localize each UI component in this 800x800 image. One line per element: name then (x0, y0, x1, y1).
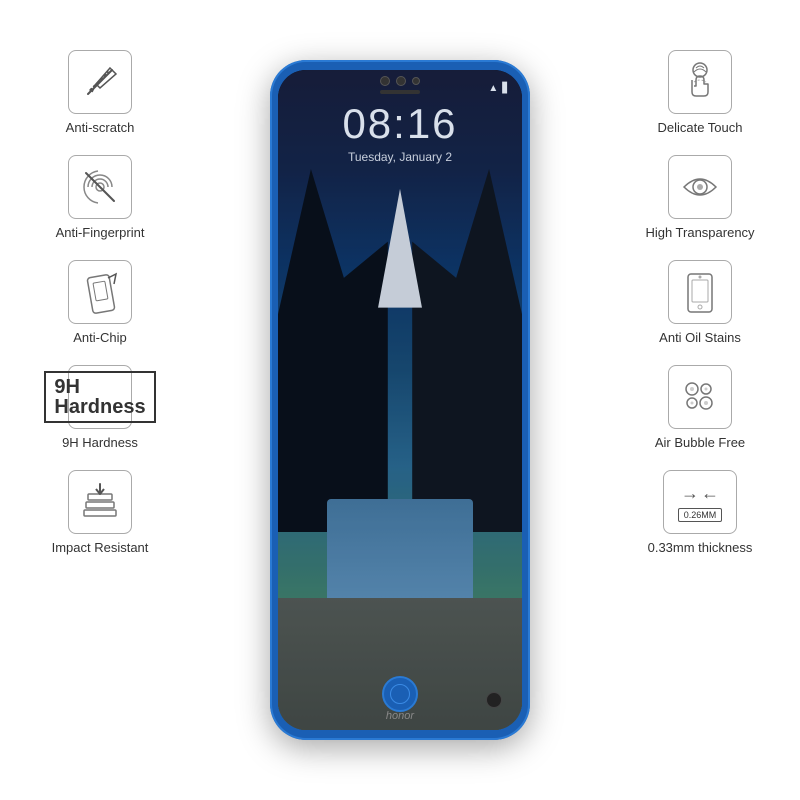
feature-delicate-touch: Delicate Touch (620, 50, 780, 135)
arrow-left-icon: ← (701, 483, 719, 504)
thickness-value: 0.26MM (678, 508, 723, 522)
feature-thickness: → ← 0.26MM 0.33mm thickness (620, 470, 780, 555)
feature-high-transparency: High Transparency (620, 155, 780, 240)
delicate-touch-icon-box (668, 50, 732, 114)
feature-anti-fingerprint: Anti-Fingerprint (20, 155, 180, 240)
speaker-slot (380, 90, 420, 94)
feature-anti-oil: Anti Oil Stains (620, 260, 780, 345)
anti-oil-icon (680, 270, 720, 314)
chip-icon (80, 270, 120, 314)
phone-outer-shell: ▲ ▋ 08:16 Tuesday, January 2 (270, 60, 530, 740)
9h-icon-box: 9H Hardness (68, 365, 132, 429)
camera-dot-left (380, 76, 390, 86)
phone-device: ▲ ▋ 08:16 Tuesday, January 2 (270, 60, 530, 740)
anti-fingerprint-icon-box (68, 155, 132, 219)
brand-name: honor (386, 710, 414, 722)
impact-icon (78, 482, 122, 522)
anti-oil-label: Anti Oil Stains (659, 330, 741, 345)
sensor-dot (412, 77, 420, 85)
anti-oil-icon-box (668, 260, 732, 324)
impact-resistant-label: Impact Resistant (52, 540, 149, 555)
feature-anti-scratch: Anti-scratch (20, 50, 180, 135)
arrow-right-icon: → (681, 483, 699, 504)
bubble-icon (678, 375, 722, 419)
camera-area (380, 76, 420, 86)
thickness-icon-box: → ← 0.26MM (663, 470, 737, 534)
screen-protector-overlay (278, 70, 522, 730)
high-transparency-icon-box (668, 155, 732, 219)
features-right: Delicate Touch High Transparency (620, 50, 780, 555)
touch-icon (678, 60, 722, 104)
features-left: Anti-scratch Anti-Fingerprint (20, 50, 180, 555)
9h-text: 9H Hardness (44, 371, 155, 423)
phone-screen-area: ▲ ▋ 08:16 Tuesday, January 2 (278, 70, 522, 730)
air-bubble-label: Air Bubble Free (655, 435, 745, 450)
9h-hardness-label: 9H Hardness (62, 435, 138, 450)
anti-chip-icon-box (68, 260, 132, 324)
feature-air-bubble: Air Bubble Free (620, 365, 780, 450)
anti-scratch-icon-box (68, 50, 132, 114)
phone-top-area (270, 70, 530, 120)
high-transparency-label: High Transparency (645, 225, 754, 240)
main-container: Anti-scratch Anti-Fingerprint (0, 0, 800, 800)
camera-bottom (486, 692, 502, 708)
camera-dot-right (396, 76, 406, 86)
home-button-inner (390, 684, 410, 704)
feature-9h-hardness: 9H Hardness 9H Hardness (20, 365, 180, 450)
fingerprint-icon (78, 165, 122, 209)
phone-wallpaper: ▲ ▋ 08:16 Tuesday, January 2 (278, 70, 522, 730)
anti-chip-label: Anti-Chip (73, 330, 126, 345)
delicate-touch-label: Delicate Touch (657, 120, 742, 135)
anti-scratch-label: Anti-scratch (66, 120, 135, 135)
feature-impact-resistant: Impact Resistant (20, 470, 180, 555)
anti-fingerprint-label: Anti-Fingerprint (56, 225, 145, 240)
eye-icon (678, 165, 722, 209)
home-button[interactable] (382, 676, 418, 712)
scratch-icon (80, 62, 120, 102)
impact-icon-box (68, 470, 132, 534)
thickness-label: 0.33mm thickness (648, 540, 753, 555)
feature-anti-chip: Anti-Chip (20, 260, 180, 345)
air-bubble-icon-box (668, 365, 732, 429)
